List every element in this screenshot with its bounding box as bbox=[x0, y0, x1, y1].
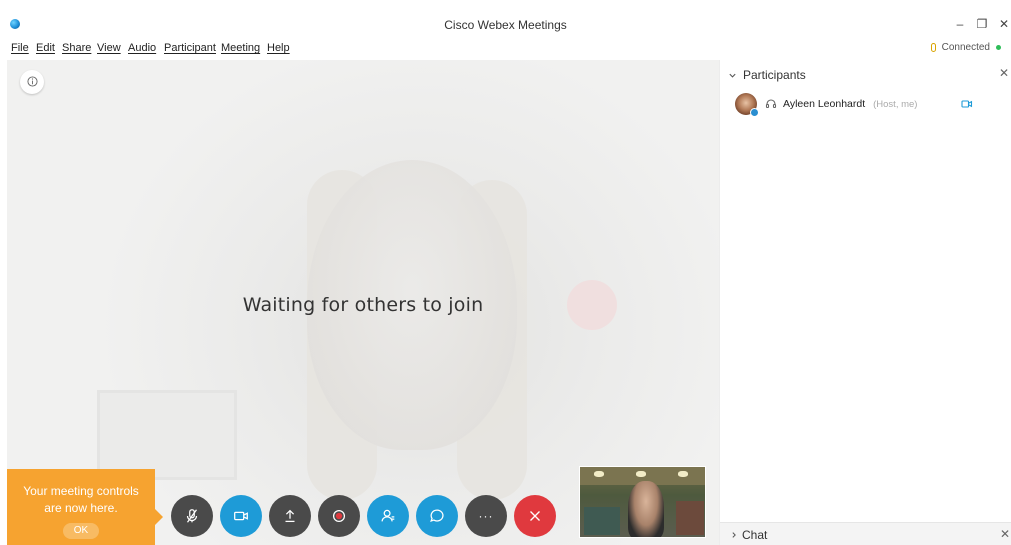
connection-label: Connected bbox=[941, 42, 990, 53]
participant-row[interactable]: Ayleen Leonhardt (Host, me) bbox=[735, 91, 995, 117]
participant-name: Ayleen Leonhardt bbox=[783, 98, 866, 110]
avatar bbox=[735, 93, 759, 117]
meeting-info-button[interactable] bbox=[20, 70, 44, 94]
participants-panel-header[interactable]: Participants bbox=[728, 68, 806, 82]
menu-share[interactable]: Share bbox=[62, 42, 91, 54]
chevron-right-icon bbox=[732, 532, 736, 538]
close-chat-button[interactable]: ✕ bbox=[1000, 527, 1010, 541]
connection-status[interactable]: Connected bbox=[930, 42, 1001, 53]
mic-off-icon bbox=[186, 509, 198, 523]
background-shelf bbox=[97, 390, 237, 480]
more-options-button[interactable]: ··· bbox=[465, 495, 507, 537]
self-view-background bbox=[676, 501, 704, 535]
menu-bar: File Edit Share View Audio Participant M… bbox=[0, 38, 1011, 58]
video-camera-icon bbox=[961, 100, 973, 108]
ellipsis-icon: ··· bbox=[478, 509, 494, 523]
chevron-down-icon bbox=[729, 73, 736, 78]
title-bar: Cisco Webex Meetings – ❐ ✕ bbox=[0, 14, 1011, 36]
menu-view[interactable]: View bbox=[97, 42, 121, 54]
close-icon bbox=[530, 511, 540, 521]
menu-file[interactable]: File bbox=[11, 42, 29, 54]
ceiling-light bbox=[594, 471, 604, 477]
menu-help[interactable]: Help bbox=[267, 42, 290, 54]
menu-edit[interactable]: Edit bbox=[36, 42, 55, 54]
host-badge-icon bbox=[750, 108, 759, 117]
headset-icon bbox=[765, 99, 777, 109]
menu-audio[interactable]: Audio bbox=[128, 42, 156, 54]
ceiling-light bbox=[678, 471, 688, 477]
connection-dot-icon bbox=[996, 45, 1001, 50]
self-view-person bbox=[628, 481, 664, 537]
participants-panel-title: Participants bbox=[743, 68, 806, 82]
participants-panel: Participants ✕ Ayleen Leonhardt (Host, m… bbox=[719, 60, 1011, 545]
share-button[interactable] bbox=[269, 495, 311, 537]
waiting-message: Waiting for others to join bbox=[242, 294, 484, 316]
menu-meeting[interactable]: Meeting bbox=[221, 42, 260, 54]
window-title: Cisco Webex Meetings bbox=[444, 18, 567, 32]
restore-button[interactable]: ❐ bbox=[975, 17, 989, 31]
participant-role: (Host, me) bbox=[873, 98, 918, 110]
mute-button[interactable] bbox=[171, 495, 213, 537]
menu-participant[interactable]: Participant bbox=[164, 42, 216, 54]
self-view-video[interactable] bbox=[579, 466, 706, 538]
self-view-background bbox=[584, 507, 620, 535]
video-camera-icon bbox=[234, 511, 248, 521]
end-meeting-button[interactable] bbox=[514, 495, 556, 537]
controls-tooltip: Your meeting controls are now here. OK bbox=[7, 469, 163, 545]
close-window-button[interactable]: ✕ bbox=[997, 17, 1011, 31]
minimize-button[interactable]: – bbox=[953, 17, 967, 31]
tooltip-ok-button[interactable]: OK bbox=[63, 523, 99, 539]
info-icon bbox=[26, 76, 38, 87]
chat-button[interactable] bbox=[416, 495, 458, 537]
tooltip-line-1: Your meeting controls bbox=[23, 484, 139, 498]
record-button[interactable] bbox=[318, 495, 360, 537]
tooltip-line-2: are now here. bbox=[44, 501, 118, 515]
close-participants-button[interactable]: ✕ bbox=[999, 66, 1009, 80]
chat-panel-header[interactable]: Chat ✕ bbox=[720, 522, 1011, 545]
record-icon bbox=[332, 509, 346, 523]
upload-icon bbox=[285, 509, 295, 523]
chat-panel-title: Chat bbox=[730, 528, 767, 542]
meeting-controls: ··· bbox=[169, 495, 559, 539]
microphone-icon bbox=[930, 43, 936, 52]
video-button[interactable] bbox=[220, 495, 262, 537]
participants-button[interactable] bbox=[367, 495, 409, 537]
participants-icon bbox=[381, 509, 395, 522]
chat-icon bbox=[430, 509, 444, 522]
chat-title-text: Chat bbox=[742, 528, 768, 542]
ceiling-light bbox=[636, 471, 646, 477]
